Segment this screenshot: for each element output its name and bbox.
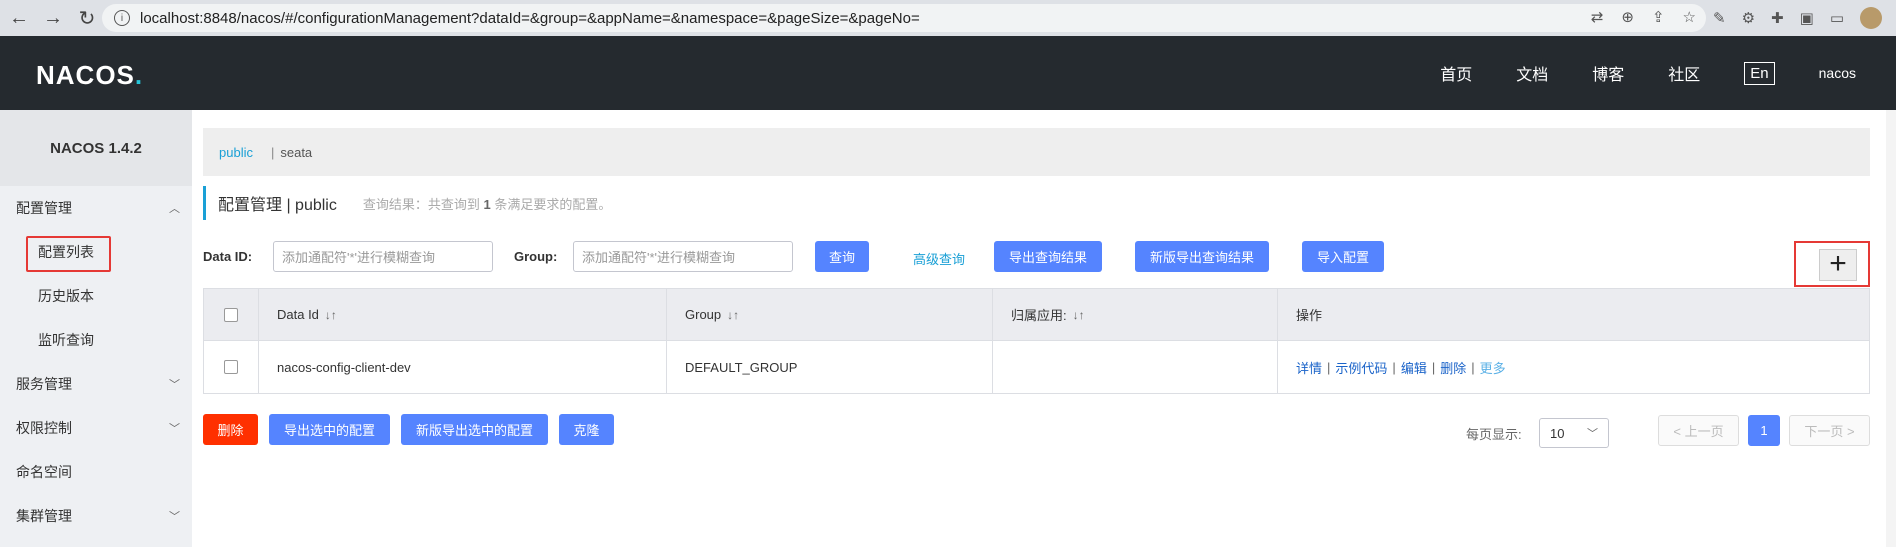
table-row: nacos-config-client-dev DEFAULT_GROUP 详情…	[204, 341, 1869, 393]
export-query-button[interactable]: 导出查询结果	[994, 241, 1102, 272]
extension-pen-icon[interactable]: ✎	[1713, 9, 1726, 27]
chevron-down-icon: ﹀	[169, 511, 180, 523]
language-toggle[interactable]: En	[1744, 61, 1775, 85]
cell-group: DEFAULT_GROUP	[667, 341, 993, 393]
nav-blog[interactable]: 博客	[1592, 61, 1624, 85]
nacos-logo[interactable]: NACOS.	[36, 60, 143, 91]
sidebar-group-namespace[interactable]: 命名空间	[0, 450, 192, 494]
namespace-public[interactable]: public	[219, 145, 253, 160]
chevron-up-icon: ︿	[169, 203, 180, 215]
sidebar-group-label: 集群管理	[16, 508, 72, 524]
page-1-button[interactable]: 1	[1748, 415, 1780, 446]
chevron-down-icon: ﹀	[1587, 428, 1598, 440]
address-bar[interactable]: i localhost:8848/nacos/#/configurationMa…	[102, 4, 1706, 32]
op-more-link[interactable]: 更多	[1480, 358, 1506, 377]
logo-dot: .	[134, 60, 144, 90]
nav-docs[interactable]: 文档	[1516, 61, 1548, 85]
cell-app	[993, 341, 1278, 393]
sidebar-group-label: 服务管理	[16, 376, 72, 392]
op-edit-link[interactable]: 编辑	[1401, 358, 1427, 377]
window-icon[interactable]: ▭	[1830, 9, 1844, 27]
op-sample-code-link[interactable]: 示例代码	[1335, 358, 1387, 377]
dataid-input[interactable]: 添加通配符'*'进行模糊查询	[273, 241, 493, 272]
bookmark-star-icon[interactable]: ☆	[1683, 8, 1696, 26]
dataid-label: Data ID:	[203, 249, 253, 264]
sidebar-group-cluster[interactable]: 集群管理 ﹀	[0, 494, 192, 538]
column-header-dataid[interactable]: Data Id ↓↑	[259, 288, 667, 341]
version-label: NACOS 1.4.2	[0, 110, 192, 186]
zoom-icon[interactable]: ⊕	[1621, 8, 1634, 26]
extension-icon[interactable]: ⚙	[1742, 9, 1755, 27]
table-header: Data Id ↓↑ Group ↓↑ 归属应用: ↓↑ 操作	[204, 288, 1869, 341]
page-scrollbar[interactable]	[1886, 110, 1896, 547]
browser-toolbar: ← → ↻ i localhost:8848/nacos/#/configura…	[0, 0, 1896, 36]
namespace-separator: |	[270, 144, 275, 160]
sidebar-group-service[interactable]: 服务管理 ﹀	[0, 362, 192, 406]
add-config-button[interactable]: +	[1819, 249, 1857, 281]
profile-avatar[interactable]	[1860, 7, 1882, 29]
chevron-down-icon: ﹀	[169, 423, 180, 435]
advanced-query-link[interactable]: 高级查询	[913, 249, 965, 268]
chevron-down-icon: ﹀	[169, 379, 180, 391]
url-text[interactable]: localhost:8848/nacos/#/configurationMana…	[140, 10, 920, 27]
sort-icon[interactable]: ↓↑	[727, 308, 739, 322]
prev-page-button[interactable]: < 上一页	[1658, 415, 1739, 446]
sort-icon[interactable]: ↓↑	[325, 308, 337, 322]
new-export-selected-button[interactable]: 新版导出选中的配置	[401, 414, 548, 445]
row-checkbox[interactable]	[224, 360, 238, 374]
page-title: 配置管理 | public	[218, 197, 337, 214]
share-icon[interactable]: ⇪	[1652, 8, 1665, 26]
sidebar-group-label: 配置管理	[16, 200, 72, 216]
page-size-label: 每页显示:	[1466, 427, 1522, 442]
page-size-value: 10	[1550, 425, 1565, 441]
top-nav: 首页 文档 博客 社区 En nacos	[1396, 36, 1856, 110]
cell-ops: 详情 | 示例代码 | 编辑 | 删除 | 更多	[1296, 358, 1506, 377]
delete-button[interactable]: 删除	[203, 414, 258, 445]
config-table: Data Id ↓↑ Group ↓↑ 归属应用: ↓↑ 操作 nacos-confi…	[203, 288, 1870, 394]
highlight-box	[26, 236, 111, 272]
namespace-seata[interactable]: seata	[280, 145, 312, 160]
forward-icon[interactable]: →	[38, 3, 68, 33]
query-button[interactable]: 查询	[815, 241, 869, 272]
page-size-select[interactable]: 10 ﹀	[1539, 418, 1609, 448]
cell-dataid: nacos-config-client-dev	[259, 341, 667, 393]
column-header-group[interactable]: Group ↓↑	[667, 288, 993, 341]
sidebar-group-auth[interactable]: 权限控制 ﹀	[0, 406, 192, 450]
export-selected-button[interactable]: 导出选中的配置	[269, 414, 390, 445]
sidebar: NACOS 1.4.2 配置管理 ︿ 配置列表 历史版本 监听查询 服务管理 ﹀…	[0, 110, 192, 547]
next-page-button[interactable]: 下一页 >	[1789, 415, 1870, 446]
reload-icon[interactable]: ↻	[72, 3, 102, 33]
result-hint: 查询结果：共查询到 1 条满足要求的配置。	[362, 196, 612, 212]
nav-community[interactable]: 社区	[1668, 61, 1700, 85]
puzzle-icon[interactable]: ✚	[1771, 9, 1784, 27]
import-config-button[interactable]: 导入配置	[1302, 241, 1384, 272]
column-header-app[interactable]: 归属应用: ↓↑	[993, 288, 1278, 341]
sidepanel-icon[interactable]: ▣	[1800, 9, 1814, 27]
sidebar-item-history[interactable]: 历史版本	[0, 274, 192, 318]
sort-icon[interactable]: ↓↑	[1073, 308, 1085, 322]
sidebar-item-listener[interactable]: 监听查询	[0, 318, 192, 362]
sidebar-group-label: 命名空间	[16, 464, 72, 480]
op-delete-link[interactable]: 删除	[1440, 358, 1466, 377]
select-all-checkbox[interactable]	[224, 307, 238, 322]
sidebar-group-config[interactable]: 配置管理 ︿	[0, 186, 192, 230]
nav-home[interactable]: 首页	[1440, 61, 1472, 85]
app-header: NACOS. 首页 文档 博客 社区 En nacos	[0, 36, 1896, 110]
sidebar-group-label: 权限控制	[16, 420, 72, 436]
page-title-row: 配置管理 | public 查询结果：共查询到 1 条满足要求的配置。	[203, 186, 611, 220]
user-menu[interactable]: nacos	[1819, 65, 1856, 81]
group-input[interactable]: 添加通配符'*'进行模糊查询	[573, 241, 793, 272]
translate-icon[interactable]: ⇄	[1591, 8, 1604, 26]
group-label: Group:	[514, 249, 558, 264]
info-icon[interactable]: i	[114, 10, 130, 26]
logo-text: NACOS	[36, 60, 135, 90]
namespace-bar: public | seata	[203, 128, 1870, 176]
back-icon[interactable]: ←	[4, 3, 34, 33]
column-header-ops: 操作	[1296, 308, 1323, 323]
op-details-link[interactable]: 详情	[1296, 358, 1322, 377]
new-export-query-button[interactable]: 新版导出查询结果	[1135, 241, 1269, 272]
clone-button[interactable]: 克隆	[559, 414, 614, 445]
